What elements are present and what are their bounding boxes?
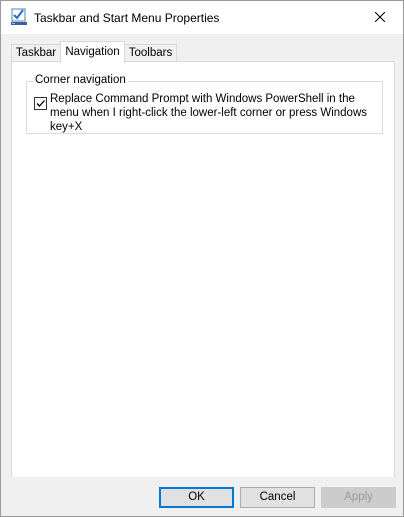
ok-button[interactable]: OK	[159, 487, 234, 508]
taskbar-properties-dialog: Taskbar and Start Menu Properties Taskba…	[0, 0, 404, 517]
dialog-footer: OK Cancel Apply	[1, 477, 403, 516]
tab-toolbars[interactable]: Toolbars	[124, 44, 177, 62]
corner-navigation-legend: Corner navigation	[33, 74, 128, 86]
title-bar[interactable]: Taskbar and Start Menu Properties	[1, 1, 403, 34]
apply-button[interactable]: Apply	[321, 487, 396, 508]
powershell-option-label[interactable]: Replace Command Prompt with Windows Powe…	[50, 92, 380, 134]
cancel-button[interactable]: Cancel	[240, 487, 315, 508]
close-icon	[374, 11, 386, 25]
close-button[interactable]	[357, 1, 403, 34]
taskbar-properties-icon	[11, 8, 27, 26]
corner-navigation-group: Corner navigation Replace Command Prompt…	[26, 74, 383, 134]
window-title: Taskbar and Start Menu Properties	[34, 11, 220, 25]
tab-taskbar[interactable]: Taskbar	[11, 44, 61, 62]
navigation-tab-panel: Corner navigation Replace Command Prompt…	[11, 61, 395, 479]
powershell-checkbox[interactable]	[34, 97, 47, 110]
tab-navigation[interactable]: Navigation	[60, 41, 125, 63]
